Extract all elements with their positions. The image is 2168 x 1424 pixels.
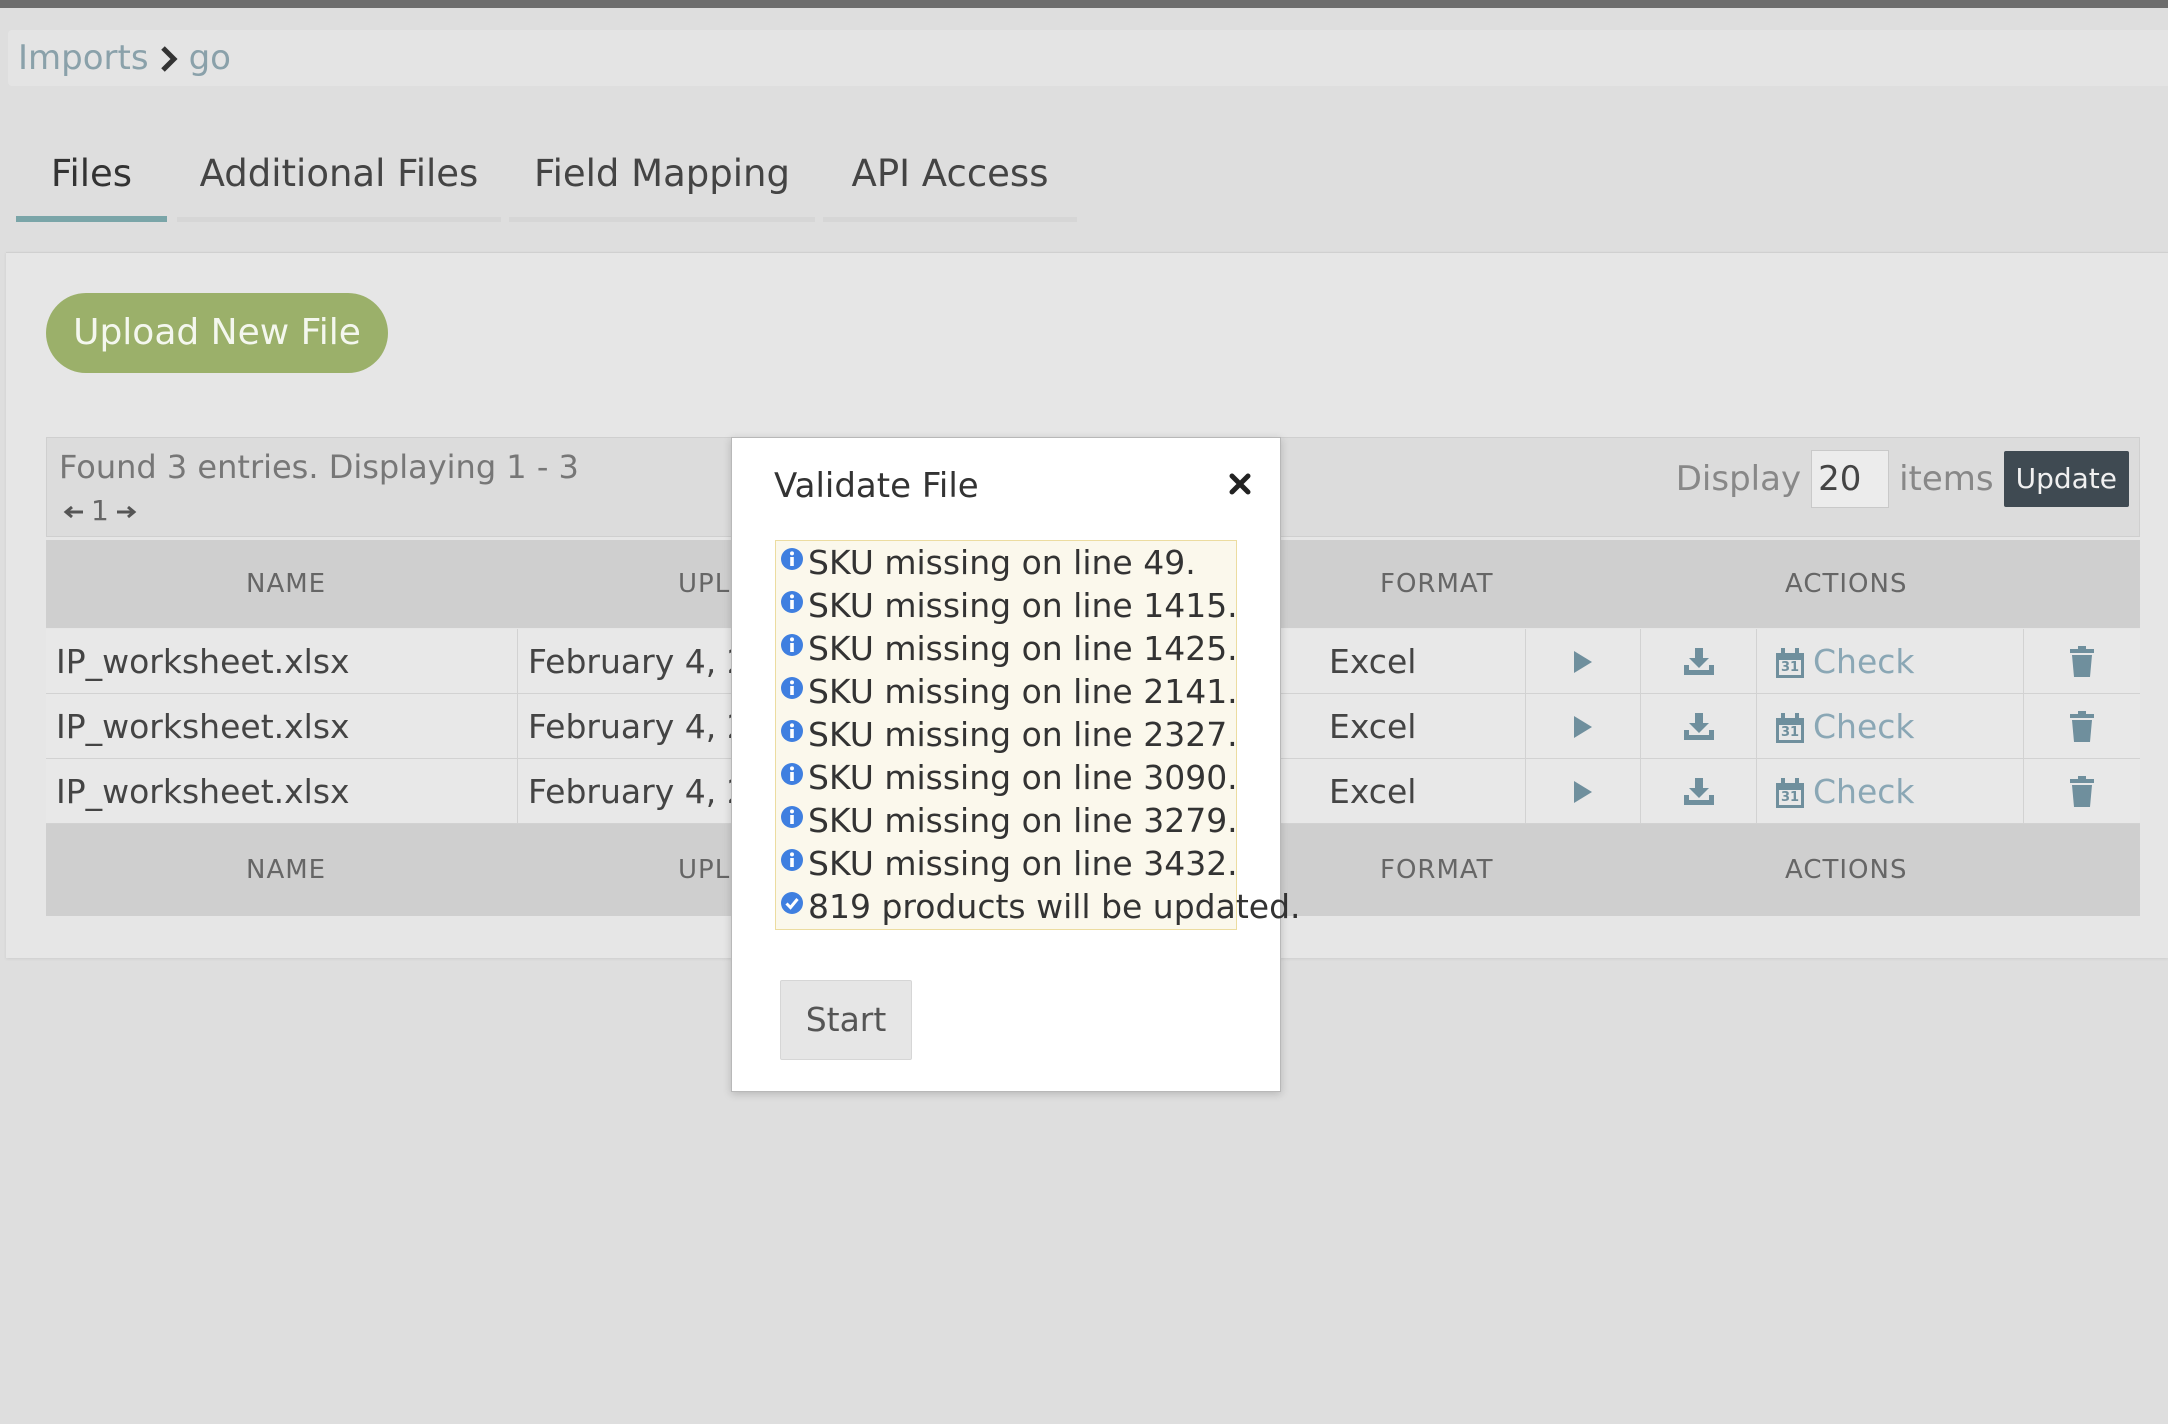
page-number[interactable]: 1 — [91, 494, 109, 527]
breadcrumb-root-link[interactable]: Imports — [18, 38, 149, 78]
info-icon — [778, 844, 808, 887]
chevron-right-icon — [159, 43, 179, 73]
tab-field-mapping[interactable]: Field Mapping — [509, 140, 815, 222]
message-item: SKU missing on line 3432. — [778, 844, 1238, 887]
message-item-success: 819 products will be updated. — [778, 887, 1301, 930]
message-item: SKU missing on line 1425. — [778, 629, 1238, 672]
info-icon — [778, 586, 808, 629]
check-label: Check — [1813, 707, 1915, 746]
info-icon — [778, 543, 808, 586]
message-item: SKU missing on line 3090. — [778, 758, 1238, 801]
info-icon — [778, 629, 808, 672]
tab-files[interactable]: Files — [16, 140, 167, 222]
calendar-icon: 31 — [1775, 777, 1805, 809]
message-item: SKU missing on line 3279. — [778, 801, 1238, 844]
info-icon — [778, 758, 808, 801]
message-item: SKU missing on line 1415. — [778, 586, 1238, 629]
calendar-icon: 31 — [1775, 647, 1805, 679]
trash-icon[interactable] — [2024, 759, 2140, 824]
info-icon — [778, 715, 808, 758]
message-item: SKU missing on line 49. — [778, 543, 1236, 586]
play-icon[interactable] — [1526, 694, 1641, 759]
validate-file-dialog: Validate File SKU missing on line 49. SK… — [731, 437, 1301, 1092]
check-link[interactable]: 31 Check — [1757, 759, 2023, 824]
pagination: 1 — [63, 494, 137, 527]
file-name: IP_worksheet.xlsx — [46, 759, 518, 824]
display-controls: Display items Update — [1676, 450, 2129, 508]
items-per-page-input[interactable] — [1811, 450, 1890, 508]
entries-count: Found 3 entries. Displaying 1 - 3 — [59, 448, 579, 486]
check-link[interactable]: 31 Check — [1757, 694, 2023, 759]
check-label: Check — [1813, 772, 1915, 811]
message-item: SKU missing on line 2141. — [778, 672, 1238, 715]
column-header-format[interactable]: FORMAT — [1380, 540, 1494, 628]
check-circle-icon — [778, 887, 808, 930]
update-button[interactable]: Update — [2003, 451, 2129, 507]
column-footer-name[interactable]: NAME — [246, 824, 326, 916]
column-footer-uploaded[interactable]: UPL — [678, 824, 730, 916]
file-format: Excel — [1319, 759, 1526, 824]
items-label: items — [1899, 459, 1994, 499]
file-name: IP_worksheet.xlsx — [46, 694, 518, 759]
info-icon — [778, 801, 808, 844]
calendar-icon: 31 — [1775, 712, 1805, 744]
play-icon[interactable] — [1526, 629, 1641, 694]
tab-additional-files[interactable]: Additional Files — [177, 140, 501, 222]
validation-messages: SKU missing on line 49. SKU missing on l… — [775, 540, 1301, 930]
breadcrumb: Imports go — [8, 30, 2168, 86]
message-item: SKU missing on line 2327. — [778, 715, 1238, 758]
close-icon[interactable] — [1228, 472, 1254, 498]
column-footer-actions: ACTIONS — [1785, 855, 1908, 885]
arrow-left-icon[interactable] — [63, 494, 85, 527]
column-header-uploaded[interactable]: UPL — [678, 540, 730, 628]
arrow-right-icon[interactable] — [115, 494, 137, 527]
file-format: Excel — [1319, 629, 1526, 694]
start-button[interactable]: Start — [780, 980, 912, 1060]
trash-icon[interactable] — [2024, 629, 2140, 694]
file-name: IP_worksheet.xlsx — [46, 629, 518, 694]
info-icon — [778, 672, 808, 715]
top-bar — [0, 0, 2168, 8]
upload-new-file-button[interactable]: Upload New File — [46, 293, 388, 373]
display-label: Display — [1675, 459, 1802, 499]
trash-icon[interactable] — [2024, 694, 2140, 759]
breadcrumb-current[interactable]: go — [189, 38, 231, 78]
column-header-actions: ACTIONS — [1785, 569, 1908, 599]
download-icon[interactable] — [1641, 629, 1757, 694]
download-icon[interactable] — [1641, 759, 1757, 824]
column-footer-format[interactable]: FORMAT — [1380, 824, 1494, 916]
check-label: Check — [1813, 642, 1915, 681]
dialog-title: Validate File — [774, 466, 979, 506]
download-icon[interactable] — [1641, 694, 1757, 759]
file-format: Excel — [1319, 694, 1526, 759]
column-header-name[interactable]: NAME — [246, 540, 326, 628]
tab-api-access[interactable]: API Access — [823, 140, 1077, 222]
play-icon[interactable] — [1526, 759, 1641, 824]
check-link[interactable]: 31 Check — [1757, 629, 2023, 694]
